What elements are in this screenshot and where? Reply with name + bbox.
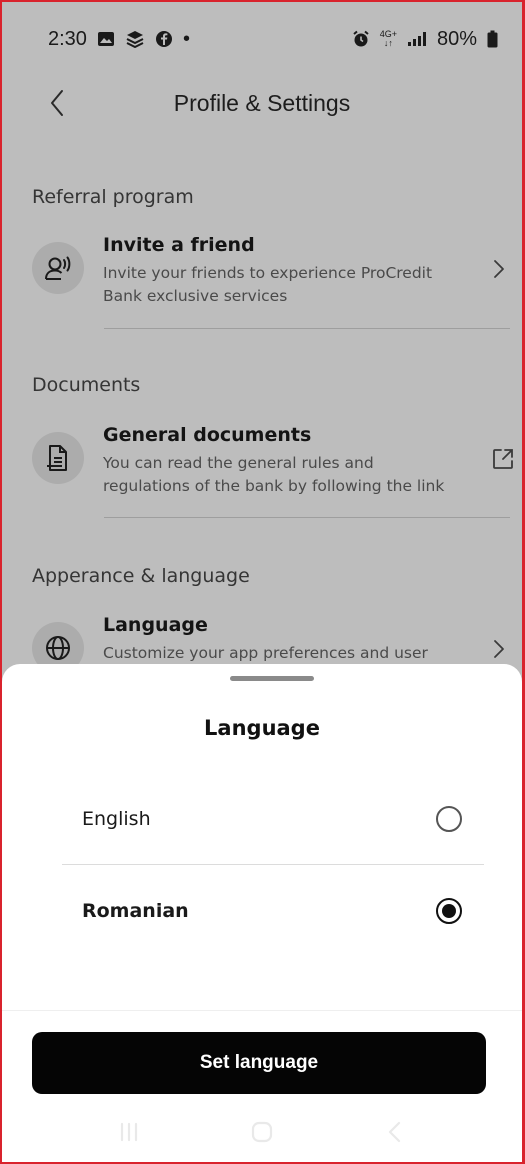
language-option-english[interactable]: English (62, 774, 484, 864)
language-option-romanian[interactable]: Romanian (62, 866, 484, 956)
language-bottom-sheet: Language English Romanian Set language (2, 664, 522, 1162)
sheet-drag-handle[interactable] (230, 676, 314, 681)
section-label-documents: Documents (32, 374, 141, 396)
recent-apps-icon[interactable] (109, 1112, 149, 1152)
general-documents-row[interactable]: General documents You can read the gener… (32, 424, 517, 524)
invite-friend-row[interactable]: Invite a friend Invite your friends to e… (32, 234, 517, 334)
document-icon (32, 432, 84, 484)
page-title: Profile & Settings (173, 89, 351, 116)
invite-friend-title: Invite a friend (103, 234, 255, 256)
radio-english[interactable] (436, 806, 462, 832)
chevron-right-icon[interactable] (487, 634, 511, 664)
battery-percent: 80% (436, 27, 477, 50)
status-left: 2:30 • (48, 28, 190, 51)
home-icon[interactable] (242, 1112, 282, 1152)
sheet-separator (2, 1010, 522, 1011)
divider (104, 517, 510, 518)
divider (104, 328, 510, 329)
external-link-icon[interactable] (491, 444, 515, 474)
sheet-title: Language (204, 716, 320, 740)
general-documents-title: General documents (103, 424, 312, 446)
status-right: 4G+ ↓↑ 80% (352, 28, 498, 51)
radio-romanian[interactable] (436, 898, 462, 924)
gallery-icon (97, 30, 115, 48)
battery-icon (487, 30, 498, 48)
set-language-button[interactable]: Set language (32, 1032, 486, 1094)
status-time: 2:30 (48, 27, 87, 50)
option-label-romanian: Romanian (82, 900, 189, 922)
language-title: Language (103, 614, 208, 636)
section-label-referral: Referral program (32, 186, 194, 208)
header: Profile & Settings (2, 68, 522, 138)
radio-selected-dot (442, 904, 456, 918)
language-description: Customize your app preferences and user (103, 644, 428, 662)
option-divider (62, 864, 484, 865)
app-screen: 2:30 • 4G+ ↓↑ 80% Profile & Settings Ref… (0, 0, 525, 1164)
section-label-appearance: Apperance & language (32, 565, 250, 587)
invite-person-icon (32, 242, 84, 294)
stack-icon (125, 30, 145, 48)
network-type-icon: 4G+ ↓↑ (380, 30, 397, 48)
option-label-english: English (82, 808, 151, 830)
general-documents-description: You can read the general rules and regul… (103, 454, 445, 495)
status-dot: • (182, 27, 190, 50)
invite-friend-description: Invite your friends to experience ProCre… (103, 264, 433, 305)
signal-icon (407, 31, 427, 47)
network-arrows: ↓↑ (383, 38, 393, 48)
facebook-icon (155, 30, 173, 48)
back-icon[interactable] (375, 1112, 415, 1152)
chevron-left-icon[interactable] (40, 86, 74, 120)
alarm-icon (352, 30, 370, 48)
system-nav-bar (2, 1102, 522, 1162)
status-bar: 2:30 • 4G+ ↓↑ 80% (2, 2, 522, 62)
chevron-right-icon[interactable] (487, 254, 511, 284)
